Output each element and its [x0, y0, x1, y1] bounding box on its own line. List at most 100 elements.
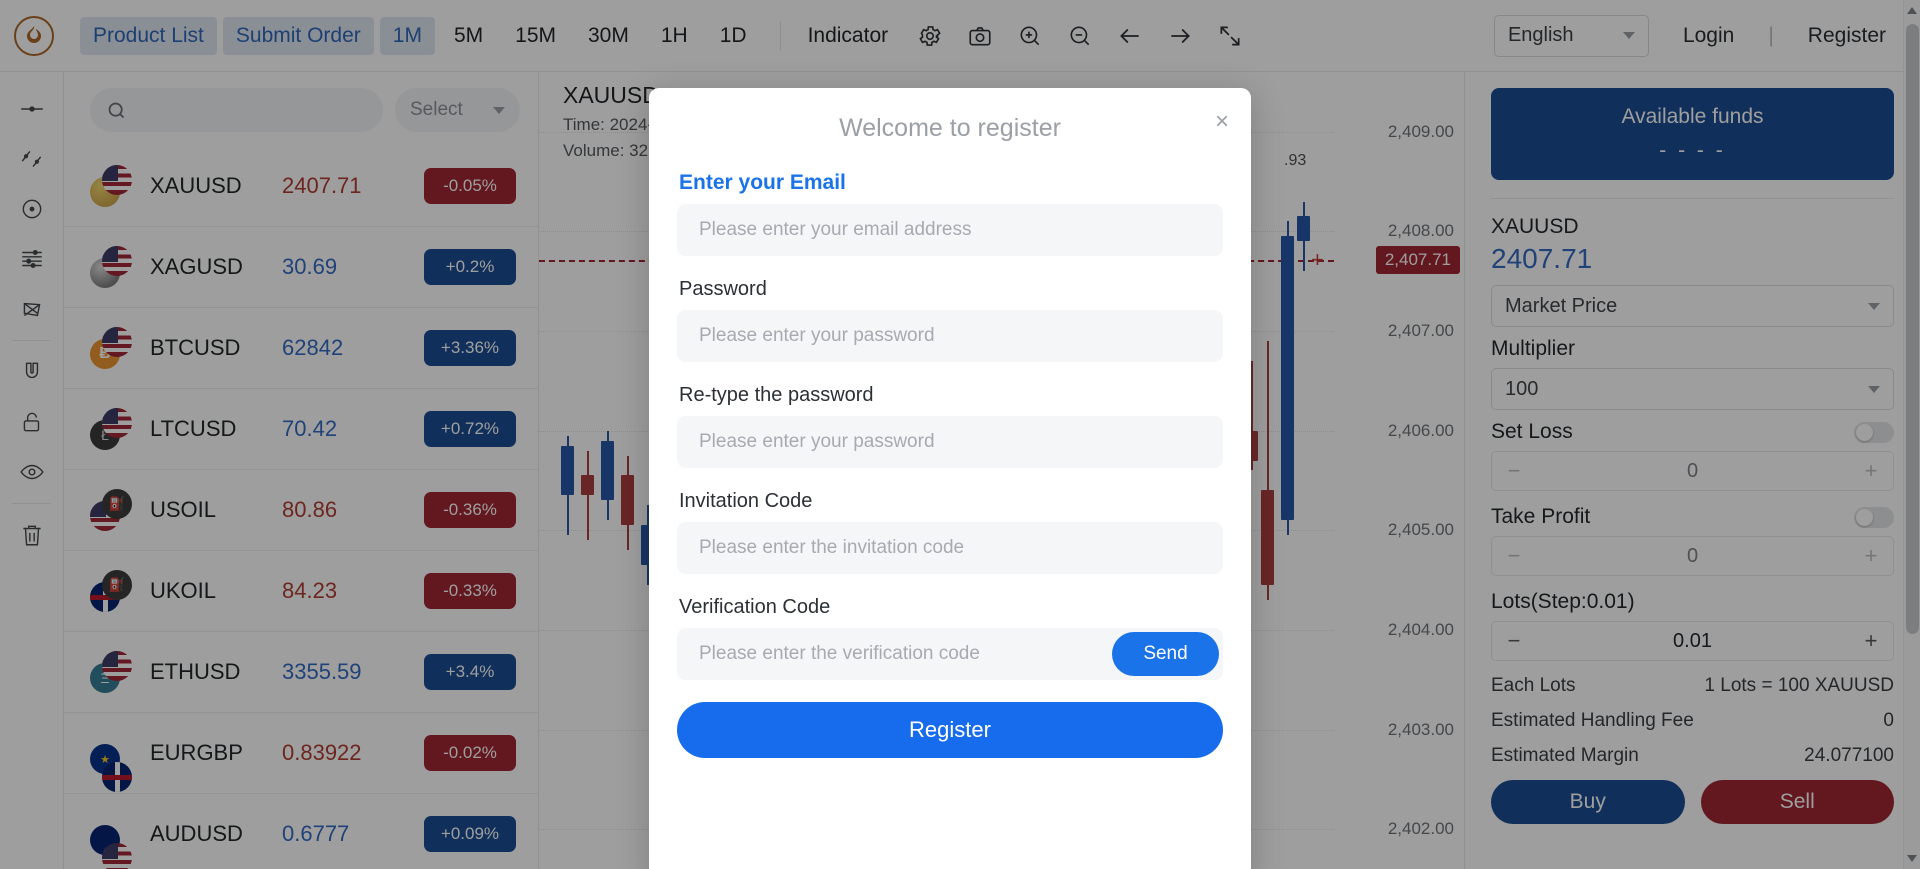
product-row[interactable]: ⛽ USOIL 80.86 -0.36%	[64, 470, 538, 551]
arrow-left-icon[interactable]	[1107, 13, 1153, 59]
take-profit-minus[interactable]: −	[1492, 543, 1536, 569]
available-funds-label: Available funds	[1621, 105, 1764, 128]
zoom-out-icon[interactable]	[1057, 13, 1103, 59]
fibonacci-icon[interactable]	[0, 234, 64, 284]
product-list-panel: Select XAUUSD 2407.71 -0.05% XAGUSD 30.69 +0.…	[64, 72, 539, 869]
flag-secondary-icon	[102, 165, 132, 195]
chart-volume: Volume: 32.	[563, 141, 653, 160]
product-row[interactable]: Ł LTCUSD 70.42 +0.72%	[64, 389, 538, 470]
timeframe-1m[interactable]: 1M	[379, 16, 435, 55]
trendline-icon[interactable]	[0, 134, 64, 184]
chevron-down-icon	[1868, 385, 1880, 393]
crosshair-icon[interactable]	[0, 84, 64, 134]
invitation-code-field[interactable]	[677, 522, 1223, 574]
email-input[interactable]	[699, 219, 1201, 241]
arrow-right-icon[interactable]	[1157, 13, 1203, 59]
product-row[interactable]: ⛽ UKOIL 84.23 -0.33%	[64, 551, 538, 632]
eye-icon[interactable]	[0, 447, 64, 497]
take-profit-row: Take Profit	[1491, 505, 1894, 529]
product-row[interactable]: Ƀ BTCUSD 62842 +3.36%	[64, 308, 538, 389]
timeframe-5m[interactable]: 5M	[441, 17, 496, 55]
multiplier-select[interactable]: 100	[1491, 368, 1894, 410]
zoom-in-icon[interactable]	[1007, 13, 1053, 59]
margin-row: Estimated Margin 24.077100	[1491, 745, 1894, 767]
buy-button[interactable]: Buy	[1491, 780, 1685, 824]
take-profit-plus[interactable]: +	[1849, 543, 1893, 569]
order-buttons: Buy Sell	[1491, 780, 1894, 824]
take-profit-label: Take Profit	[1491, 505, 1591, 528]
product-price: 3355.59	[282, 659, 362, 684]
take-profit-stepper[interactable]: − 0 +	[1491, 536, 1894, 576]
submit-order-button[interactable]: Submit Order	[222, 16, 374, 55]
flame-logo-icon[interactable]	[14, 15, 54, 56]
email-field[interactable]	[677, 204, 1223, 256]
set-loss-plus[interactable]: +	[1849, 458, 1893, 484]
set-loss-toggle[interactable]	[1854, 421, 1894, 443]
order-type-select[interactable]: Market Price	[1491, 285, 1894, 327]
product-row[interactable]: Ξ ETHUSD 3355.59 +3.4%	[64, 632, 538, 713]
magnet-icon[interactable]	[0, 347, 64, 397]
scrollbar-thumb[interactable]	[1906, 24, 1919, 634]
page-scrollbar[interactable]	[1903, 0, 1920, 869]
product-row[interactable]: AUDUSD 0.6777 +0.09%	[64, 794, 538, 869]
shapes-icon[interactable]	[0, 284, 64, 334]
verification-code-input[interactable]	[699, 643, 1112, 665]
register-submit-button[interactable]: Register	[677, 702, 1223, 758]
indicator-button[interactable]: Indicator	[795, 17, 902, 55]
sell-button[interactable]: Sell	[1700, 780, 1894, 824]
timeframe-1h[interactable]: 1H	[648, 17, 701, 55]
retype-password-field[interactable]	[677, 416, 1223, 468]
password-field[interactable]	[677, 310, 1223, 362]
product-row[interactable]: EURGBP 0.83922 -0.02%	[64, 713, 538, 794]
change-badge: -0.33%	[424, 573, 516, 609]
password-input[interactable]	[699, 325, 1201, 347]
invitation-code-input[interactable]	[699, 537, 1201, 559]
take-profit-toggle[interactable]	[1854, 506, 1894, 528]
product-symbol: XAGUSD	[150, 254, 243, 279]
lots-minus[interactable]: −	[1492, 628, 1536, 654]
category-select[interactable]: Select	[395, 88, 520, 132]
change-badge: -0.02%	[424, 735, 516, 771]
scroll-up-arrow-icon[interactable]	[1907, 7, 1917, 14]
lots-stepper[interactable]: − 0.01 +	[1491, 621, 1894, 661]
panel-divider	[1491, 198, 1894, 199]
timeframe-1d[interactable]: 1D	[707, 17, 760, 55]
gear-icon[interactable]	[907, 13, 953, 59]
product-row[interactable]: XAUUSD 2407.71 -0.05%	[64, 146, 538, 227]
trash-icon[interactable]	[0, 510, 64, 560]
price-axis-tick: 2,403.00	[1387, 719, 1454, 739]
product-symbol: EURGBP	[150, 740, 243, 765]
chart-header: XAUUSD Time: 2024- Volume: 32.	[563, 82, 659, 161]
set-loss-minus[interactable]: −	[1492, 458, 1536, 484]
product-list-button[interactable]: Product List	[80, 16, 217, 55]
lots-plus[interactable]: +	[1849, 628, 1893, 654]
register-link[interactable]: Register	[1808, 24, 1886, 48]
scroll-down-arrow-icon[interactable]	[1907, 855, 1917, 862]
symbol-flags: Ƀ	[90, 327, 136, 369]
verification-code-field[interactable]: Send	[677, 628, 1223, 680]
rail-divider	[12, 340, 51, 341]
timeframe-30m[interactable]: 30M	[575, 17, 642, 55]
send-code-button[interactable]: Send	[1112, 632, 1219, 676]
timeframe-15m[interactable]: 15M	[502, 17, 569, 55]
search-box[interactable]	[90, 88, 383, 132]
circle-icon[interactable]	[0, 184, 64, 234]
product-row[interactable]: XAGUSD 30.69 +0.2%	[64, 227, 538, 308]
flag-secondary-icon	[102, 408, 132, 438]
camera-icon[interactable]	[957, 13, 1003, 59]
close-icon[interactable]: ×	[1215, 110, 1229, 134]
login-link[interactable]: Login	[1683, 24, 1734, 48]
language-select[interactable]: English	[1493, 14, 1649, 57]
set-loss-stepper[interactable]: − 0 +	[1491, 451, 1894, 491]
change-badge: +0.09%	[424, 816, 516, 852]
retype-password-input[interactable]	[699, 431, 1201, 453]
search-input[interactable]	[135, 99, 367, 121]
fullscreen-icon[interactable]	[1207, 13, 1253, 59]
order-price: 2407.71	[1491, 243, 1593, 274]
current-price-tag: 2,407.71	[1375, 246, 1460, 275]
price-axis-tick: 2,407.00	[1387, 321, 1454, 341]
symbol-flags	[90, 813, 136, 869]
symbol-flags: Ł	[90, 408, 136, 450]
flag-secondary-icon: ⛽	[102, 570, 132, 600]
lock-icon[interactable]	[0, 397, 64, 447]
